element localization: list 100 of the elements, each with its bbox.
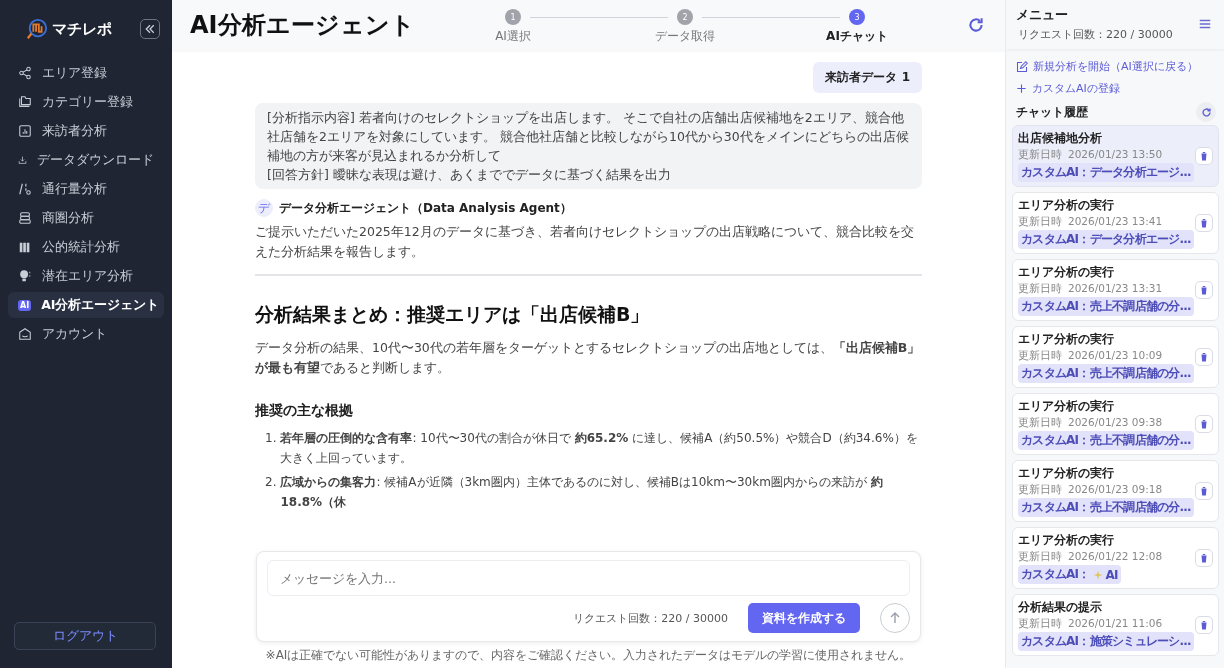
books-icon [18, 240, 32, 254]
ai-tag: カスタムAI：売上不調店舗の分... [1018, 498, 1194, 517]
history-card[interactable]: 出店候補地分析 更新日時 2026/01/23 13:50 カスタムAI：データ分析エージ... [1012, 125, 1219, 187]
step-number: 3 [849, 9, 865, 25]
ai-tag: カスタムAI：データ分析エージ... [1018, 230, 1194, 249]
menu-icon[interactable] [1198, 17, 1212, 31]
ai-tag: カスタムAI：売上不調店舗の分... [1018, 297, 1194, 316]
logout-button[interactable]: ログアウト [14, 622, 156, 650]
page-title: AI分析エージェント [190, 10, 416, 41]
step-label: AIチャット [826, 28, 888, 45]
request-count: リクエスト回数：220 / 30000 [1017, 27, 1173, 42]
step-label: AI選択 [495, 28, 531, 45]
prompt-message: [分析指示内容] 若者向けのセレクトショップを出店します。 そこで自社の店舗出店候補地を2エリア、競合他社店舗を2エリアを対象にしています。 競合他社店舗と比較しながら10代から30代をメインにどちらの出店候補地の方が来客が見込まれるか分析して [回答方針] 曖昧な表現は避け、あくまででデータに基づく結果を出力 [255, 103, 922, 189]
delete-button[interactable] [1195, 281, 1213, 299]
history-title-text: エリア分析の実行 [1018, 532, 1115, 549]
logo-icon [26, 18, 48, 40]
delete-button[interactable] [1195, 214, 1213, 232]
step-number: 2 [677, 9, 693, 25]
nav-item[interactable]: カテゴリー登録 [8, 89, 164, 115]
list-number: 1. [265, 430, 277, 447]
chevrons-left-icon [144, 23, 156, 35]
delete-button[interactable] [1195, 147, 1213, 165]
ai-tag: カスタムAI：売上不調店舗の分... [1018, 364, 1194, 383]
menu-link[interactable]: 新規分析を開始（AI選択に戻る） [1016, 57, 1218, 76]
trash-icon [1199, 218, 1209, 228]
step-number: 1 [505, 9, 521, 25]
history-card[interactable]: エリア分析の実行 更新日時 2026/01/23 10:09 カスタムAI：売上不調店舗の分... [1012, 326, 1219, 388]
trash-icon [1199, 151, 1209, 161]
database-icon [18, 211, 32, 225]
history-title-text: エリア分析の実行 [1018, 264, 1115, 281]
history-title-text: 出店候補地分析 [1018, 130, 1103, 147]
intro-text: ご提示いただいた2025年12月のデータに基づき、若者向けセレクトショップの出店戦略について、競合比較を交えた分析結果を報告します。 [255, 223, 915, 261]
nav-item[interactable]: エリア登録 [8, 60, 164, 86]
trash-icon [1199, 486, 1209, 496]
date-label: 更新日時 [1018, 483, 1062, 497]
trash-icon [1199, 419, 1209, 429]
delete-button[interactable] [1195, 549, 1213, 567]
nav-item[interactable]: 商圏分析 [8, 205, 164, 231]
date-label: 更新日時 [1018, 215, 1062, 229]
trash-icon [1199, 553, 1209, 563]
collapse-button[interactable] [140, 19, 160, 39]
chart-icon [18, 124, 32, 138]
date-value: 2026/01/21 11:06 [1068, 617, 1163, 631]
refresh-icon[interactable] [967, 16, 985, 34]
menu-title: メニュー [1016, 6, 1069, 24]
history-card[interactable]: エリア分析の実行 更新日時 2026/01/23 09:38 カスタムAI：売上不調店舗の分... [1012, 393, 1219, 455]
date-value: 2026/01/23 13:50 [1068, 148, 1163, 162]
nav-item[interactable]: 公的統計分析 [8, 234, 164, 260]
refresh-icon [1200, 106, 1212, 118]
refresh-button[interactable] [1196, 102, 1216, 122]
create-document-button[interactable]: 資料を作成する [748, 603, 860, 633]
date-label: 更新日時 [1018, 416, 1062, 430]
agent-name: データ分析エージェント（Data Analysis Agent） [279, 199, 572, 217]
delete-button[interactable] [1195, 482, 1213, 500]
edit-icon [1016, 60, 1028, 73]
history-card[interactable]: エリア分析の実行 更新日時 2026/01/22 12:08 カスタムAI： AI [1012, 527, 1219, 589]
nav-item[interactable]: 来訪者分析 [8, 118, 164, 144]
delete-button[interactable] [1195, 415, 1213, 433]
plus-icon [1016, 83, 1027, 94]
date-label: 更新日時 [1018, 148, 1062, 162]
disclaimer-text: ※AIは正確でない可能性がありますので、内容をご確認ください。入力されたデータはモデルの学習に使用されません。 [265, 647, 912, 664]
menu-link[interactable]: カスタムAIの登録 [1016, 79, 1218, 98]
message-input[interactable]: メッセージを入力... [267, 560, 910, 596]
folder-icon [18, 95, 32, 109]
list-text: 広域からの集客力: 候補Aが近隣（3km圏内）主体であるのに対し、候補Bは10km〜30km圏内からの来訪が 約18.8%（休 [280, 474, 884, 511]
date-value: 2026/01/23 13:31 [1068, 282, 1163, 296]
nav-item[interactable]: AI AI分析エージェント [8, 292, 164, 318]
nav-item[interactable]: アカウント [8, 321, 164, 347]
step-label: データ取得 [655, 28, 715, 45]
nav-item[interactable]: データダウンロード [8, 147, 164, 173]
trash-icon [1199, 352, 1209, 362]
road-icon [18, 182, 32, 196]
agent-avatar: デ [255, 199, 273, 217]
history-card[interactable]: エリア分析の実行 更新日時 2026/01/23 13:41 カスタムAI：データ分析エージ... [1012, 192, 1219, 254]
history-title-text: エリア分析の実行 [1018, 197, 1115, 214]
list-number: 2. [265, 474, 277, 491]
ai-tag: カスタムAI：売上不調店舗の分... [1018, 431, 1194, 450]
nav-item[interactable]: 通行量分析 [8, 176, 164, 202]
history-title-text: 分析結果の提示 [1018, 599, 1103, 616]
date-label: 更新日時 [1018, 349, 1062, 363]
ai-tag: カスタムAI：施策シミュレーシ... [1018, 632, 1194, 651]
date-value: 2026/01/23 09:18 [1068, 483, 1163, 497]
ai-tag: カスタムAI：データ分析エージ... [1018, 163, 1194, 182]
history-title-text: エリア分析の実行 [1018, 398, 1115, 415]
section-heading: 推奨の主な根拠 [255, 402, 354, 420]
date-value: 2026/01/23 10:09 [1068, 349, 1163, 363]
date-value: 2026/01/23 13:41 [1068, 215, 1163, 229]
history-card[interactable]: エリア分析の実行 更新日時 2026/01/23 13:31 カスタムAI：売上不調店舗の分... [1012, 259, 1219, 321]
delete-button[interactable] [1195, 616, 1213, 634]
history-card[interactable]: 分析結果の提示 更新日時 2026/01/21 11:06 カスタムAI：施策シミュレーシ... [1012, 594, 1219, 656]
date-label: 更新日時 [1018, 617, 1062, 631]
lightbulb-icon [18, 269, 32, 283]
date-label: 更新日時 [1018, 282, 1062, 296]
nav-item[interactable]: 潜在エリア分析 [8, 263, 164, 289]
data-chip: 来訪者データ 1 [813, 62, 922, 93]
history-title: チャット履歴 [1016, 103, 1088, 121]
history-card[interactable]: エリア分析の実行 更新日時 2026/01/23 09:18 カスタムAI：売上不調店舗の分... [1012, 460, 1219, 522]
trash-icon [1199, 620, 1209, 630]
trash-icon [1199, 285, 1209, 295]
delete-button[interactable] [1195, 348, 1213, 366]
